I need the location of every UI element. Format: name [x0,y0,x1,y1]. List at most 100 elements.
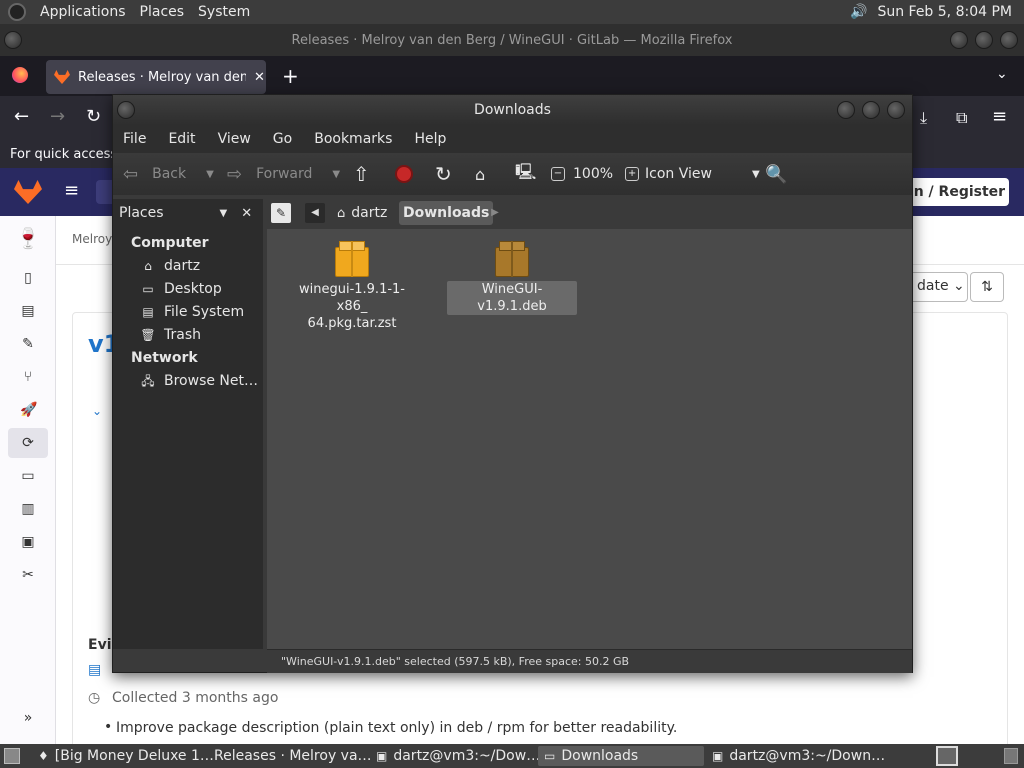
sidebar-item-trash[interactable]: 🗑 Trash [113,323,263,346]
menu-places[interactable]: Places [140,4,185,20]
task-label: dartz@vm3:~/Dow… [393,748,541,764]
sidebar-item-label: Browse Net… [164,372,259,389]
path-bar: ✎ ◀ ⌂ dartz Downloads ▶ [267,199,912,227]
path-right-arrow-icon[interactable]: ▶ [485,203,505,223]
sort-direction-button[interactable]: ⇅ [970,272,1004,302]
back-dropdown-icon[interactable]: ▼ [206,169,214,180]
menu-system[interactable]: System [198,4,250,20]
monitor-icon[interactable]: ▭ [20,468,36,484]
merge-request-icon[interactable]: ⑂ [20,369,36,385]
places-selector[interactable]: Places ▼ ✕ [113,199,263,227]
back-button[interactable]: ⇦ Back ▼ [123,153,214,195]
collapse-chevron-icon[interactable]: ⌄ [92,404,102,418]
search-icon: 🔍 [765,163,788,185]
trash-applet-icon[interactable] [1004,748,1018,764]
up-button[interactable]: ⇧ [353,153,370,195]
issues-icon[interactable]: ▤ [20,303,36,319]
gitlab-menu-icon[interactable]: ≡ [64,180,79,201]
evidence-file-icon: ▤ [88,662,102,678]
menu-help[interactable]: Help [414,131,446,147]
path-segment-dartz[interactable]: ⌂ dartz [331,201,393,225]
show-desktop-icon[interactable] [4,748,20,764]
view-mode-select[interactable]: Icon View ▼ [645,153,760,195]
snippets-icon[interactable]: ✂ [20,567,36,583]
zoom-level[interactable]: 100% [573,166,613,182]
hamburger-menu-icon[interactable]: ≡ [992,106,1007,127]
tab-close-icon[interactable]: ✕ [254,70,265,85]
stop-button[interactable] [395,153,413,195]
deployments-icon[interactable]: ⟳ [20,435,36,451]
path-left-arrow-icon[interactable]: ◀ [305,203,325,223]
close-icon[interactable] [887,101,905,119]
forward-dropdown-icon[interactable]: ▼ [332,169,340,180]
path-segment-downloads[interactable]: Downloads [399,201,494,225]
expand-sidebar-icon[interactable]: » [20,710,36,726]
zoom-out-icon[interactable]: − [551,167,565,181]
path-segment-label: dartz [351,205,388,221]
gitlab-logo-icon[interactable] [14,180,42,204]
forward-button[interactable]: ⇨ Forward ▼ [227,153,340,195]
game-icon: ♦ [38,749,49,763]
repository-icon[interactable]: ▯ [20,270,36,286]
project-avatar-icon[interactable]: 🍷 [12,226,44,254]
package-icon [495,241,529,277]
file-view[interactable]: winegui-1.9.1-1-x86_ 64.pkg.tar.zst Wine… [267,229,912,649]
menu-applications[interactable]: Applications [40,4,126,20]
task-downloads[interactable]: ▭ Downloads [538,746,704,766]
computer-button[interactable]: 🖳 [515,153,536,195]
menu-bookmarks[interactable]: Bookmarks [314,131,392,147]
home-button[interactable]: ⌂ [475,153,485,195]
sign-in-register-button[interactable]: in / Register [905,178,1009,206]
sidebar-item-dartz[interactable]: ⌂ dartz [113,254,263,277]
edit-icon[interactable]: ✎ [20,336,36,352]
wiki-icon[interactable]: ▣ [20,534,36,550]
task-terminal-1[interactable]: ▣ dartz@vm3:~/Dow… [370,746,540,766]
task-terminal-2[interactable]: ▣ dartz@vm3:~/Down… [706,746,885,766]
sidebar-item-browse-network[interactable]: 🖧 Browse Net… [113,369,263,392]
firefox-logo-icon[interactable] [12,67,28,83]
clock[interactable]: Sun Feb 5, 8:04 PM [877,4,1012,20]
task-big-money[interactable]: ♦ [Big Money Deluxe 1… [32,746,214,766]
workspace-switcher[interactable] [936,746,958,766]
sidebar-item-label: dartz [164,257,201,274]
reload-button[interactable]: ↻ [435,153,452,195]
maximize-icon[interactable] [862,101,880,119]
file-name-line: 64.pkg.tar.zst [307,316,397,331]
maximize-icon[interactable] [975,31,993,49]
gnome-foot-icon[interactable] [8,3,26,21]
sidebar-item-file-system[interactable]: ▤ File System [113,300,263,323]
menu-view[interactable]: View [218,131,251,147]
gitlab-sidebar: 🍷 ▯ ▤ ✎ ⑂ 🚀 ⟳ ▭ ▥ ▣ ✂ » [0,216,56,744]
back-arrow-icon[interactable]: ← [14,106,29,127]
file-item-winegui-zst[interactable]: winegui-1.9.1-1-x86_ 64.pkg.tar.zst [287,241,417,332]
nautilus-titlebar: Downloads [113,95,912,125]
breadcrumb[interactable]: Melroy [72,232,112,246]
minimize-icon[interactable] [837,101,855,119]
task-firefox[interactable]: Releases · Melroy va… [202,746,372,766]
minimize-icon[interactable] [950,31,968,49]
close-icon[interactable] [1000,31,1018,49]
new-tab-icon[interactable]: + [282,64,299,88]
file-item-winegui-deb[interactable]: WineGUI-v1.9.1.deb [447,241,577,315]
zoom-in-icon[interactable]: + [625,167,640,181]
forward-arrow-icon[interactable]: → [50,106,65,127]
search-button[interactable]: 🔍 [765,153,787,195]
analytics-icon[interactable]: ▥ [20,501,36,517]
tab-list-chevron-icon[interactable]: ⌄ [996,66,1008,82]
sidebar-item-desktop[interactable]: ▭ Desktop [113,277,263,300]
tab-releases[interactable]: Releases · Melroy van den Be ✕ [46,60,266,94]
collected-text: Collected 3 months ago [112,690,279,706]
close-sidebar-icon[interactable]: ✕ [241,206,252,221]
menu-go[interactable]: Go [273,131,292,147]
volume-icon[interactable]: 🔊 [850,4,867,20]
location-edit-icon[interactable]: ✎ [271,203,291,223]
rocket-icon[interactable]: 🚀 [20,402,37,418]
window-menu-icon[interactable] [117,101,135,119]
reload-icon[interactable]: ↻ [86,106,101,127]
extensions-icon[interactable]: ⧉ [956,108,967,128]
sort-dropdown[interactable]: date ⌄ [908,272,968,302]
menu-edit[interactable]: Edit [168,131,195,147]
menu-file[interactable]: File [123,131,146,147]
window-menu-icon[interactable] [4,31,22,49]
download-icon[interactable]: ⤓ [920,108,927,128]
